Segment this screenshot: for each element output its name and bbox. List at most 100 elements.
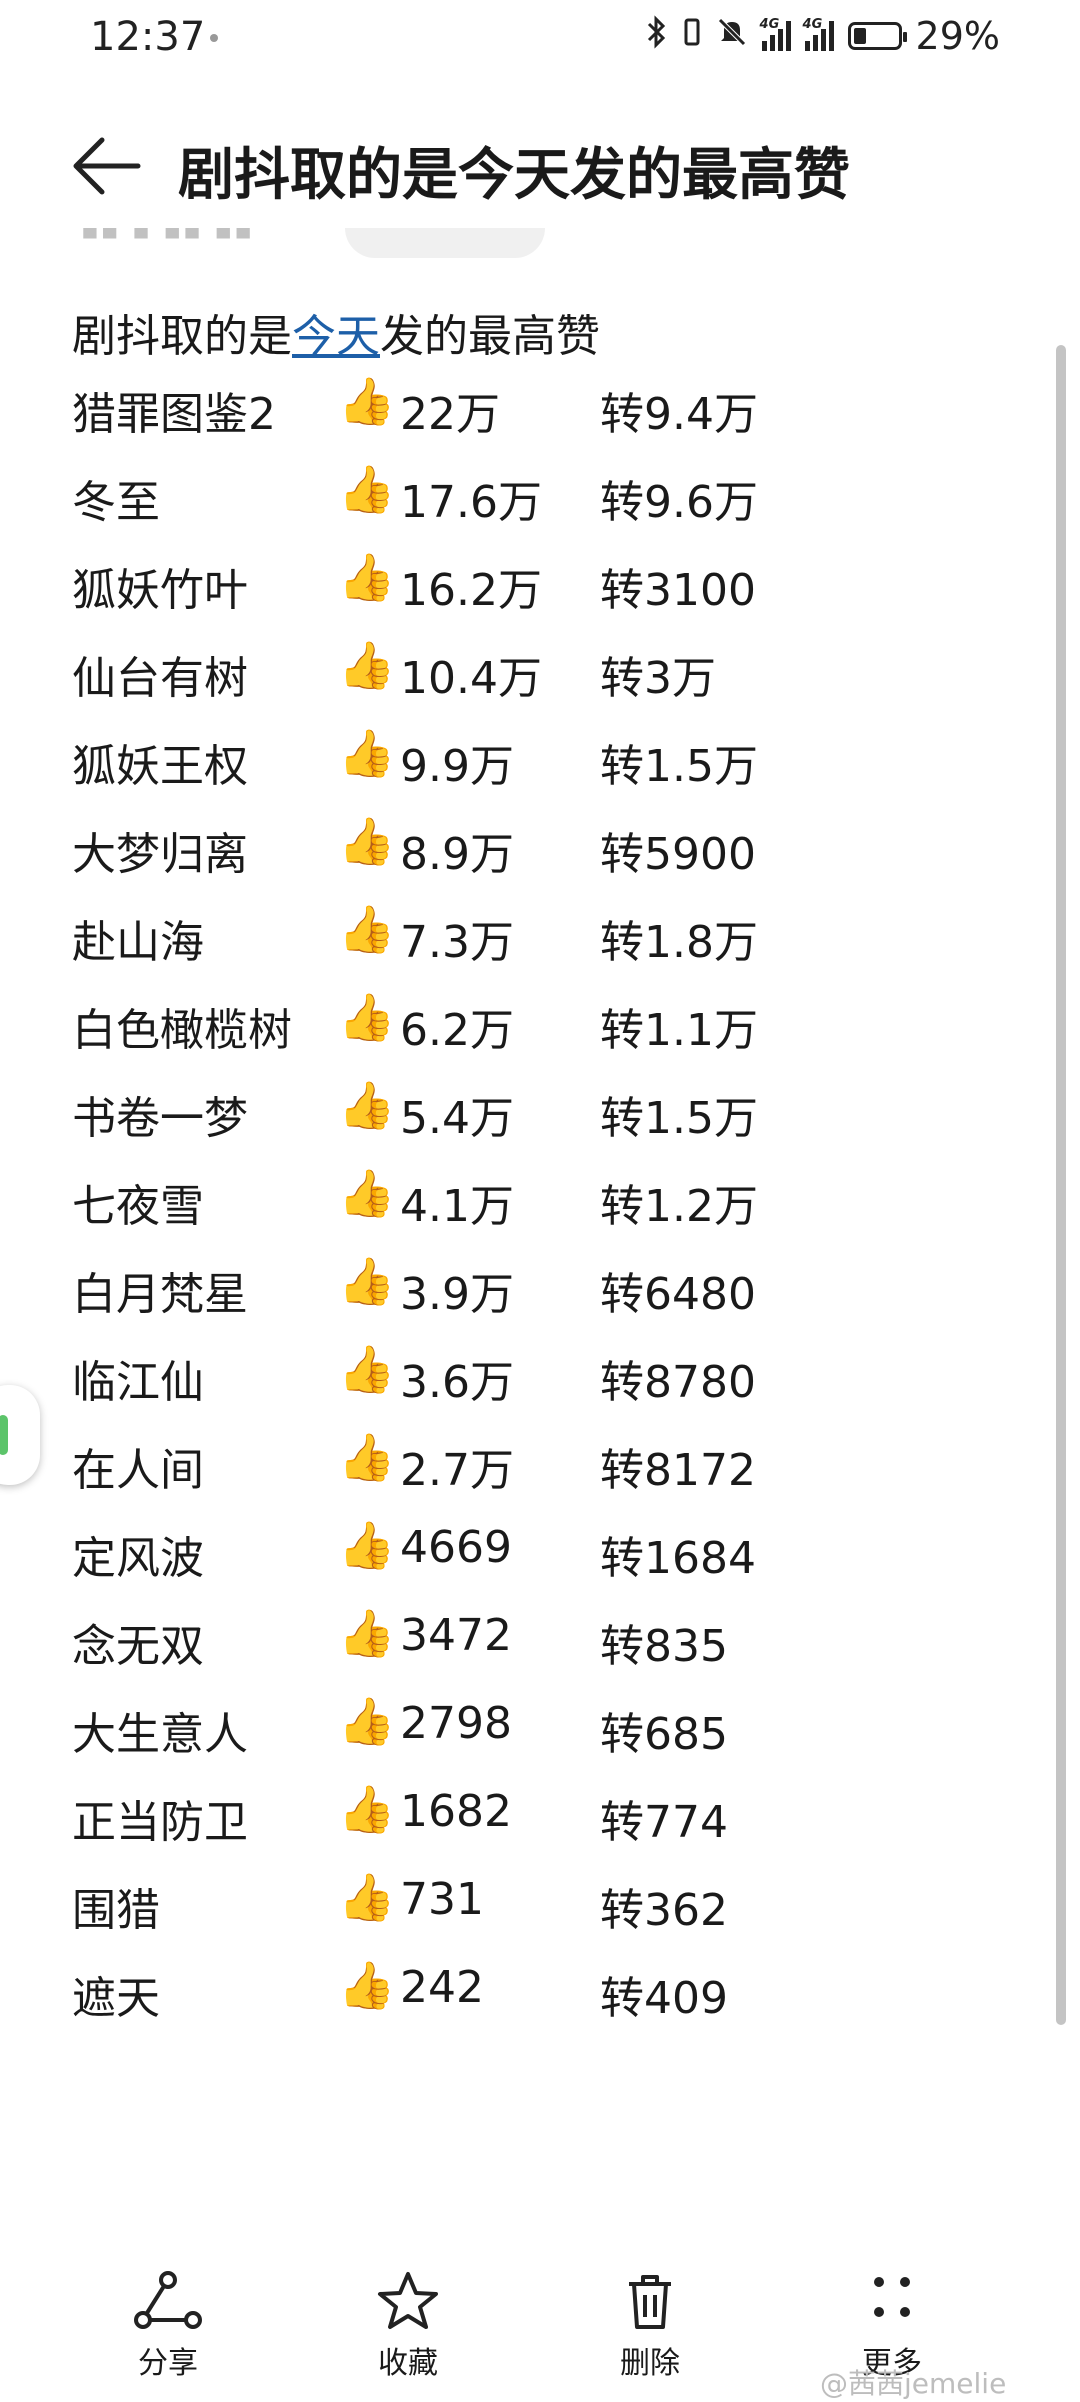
repost-count: 转1.1万: [600, 1005, 758, 1056]
signal-strength-icon-2: 4G: [803, 17, 834, 51]
list-item: 狐妖竹叶 👍 16.2万 转3100: [0, 544, 1080, 624]
thumbs-up-icon: 👍: [338, 1430, 396, 1484]
scrollbar[interactable]: [1056, 345, 1066, 2025]
drama-title: 正当防卫: [72, 1797, 248, 1848]
like-count: 22万: [400, 389, 500, 440]
drama-title: 七夜雪: [72, 1181, 204, 1232]
repost-count: 转5900: [600, 829, 756, 880]
thumbs-up-icon: 👍: [338, 1958, 396, 2012]
drama-title: 狐妖王权: [72, 741, 248, 792]
like-count: 1682: [400, 1786, 512, 1837]
thumbs-up-icon: 👍: [338, 1870, 396, 1924]
app-header: 剧抖取的是今天发的最高赞: [0, 100, 1080, 230]
list-item: 白色橄榄树 👍 6.2万 转1.1万: [0, 984, 1080, 1064]
repost-count: 转8780: [600, 1357, 756, 1408]
like-count: 3472: [400, 1610, 512, 1661]
back-arrow-icon: [73, 137, 141, 195]
like-count: 9.9万: [400, 741, 514, 792]
list-item: 临江仙 👍 3.6万 转8780: [0, 1336, 1080, 1416]
repost-count: 转835: [600, 1621, 728, 1672]
share-label: 分享: [138, 2346, 198, 2381]
thumbs-up-icon: 👍: [338, 1782, 396, 1836]
list-item: 定风波 👍 4669 转1684: [0, 1512, 1080, 1592]
thumbs-up-icon: 👍: [338, 990, 396, 1044]
list-item: 念无双 👍 3472 转835: [0, 1600, 1080, 1680]
like-count: 5.4万: [400, 1093, 514, 1144]
list-item: 围猎 👍 731 转362: [0, 1864, 1080, 1944]
like-count: 6.2万: [400, 1005, 514, 1056]
like-count: 731: [400, 1874, 484, 1925]
repost-count: 转774: [600, 1797, 728, 1848]
page-title: 剧抖取的是今天发的最高赞: [178, 143, 850, 208]
share-button[interactable]: 分享: [108, 2270, 228, 2382]
repost-count: 转3万: [600, 653, 716, 704]
thumbs-up-icon: 👍: [338, 1078, 396, 1132]
drama-title: 猎罪图鉴2: [72, 389, 276, 440]
like-count: 16.2万: [400, 565, 542, 616]
bluetooth-icon: [646, 15, 668, 57]
drama-title: 定风波: [72, 1533, 204, 1584]
list-item: 猎罪图鉴2 👍 22万 转9.4万: [0, 368, 1080, 448]
repost-count: 转9.4万: [600, 389, 758, 440]
repost-count: 转8172: [600, 1445, 756, 1496]
battery-percent: 29%: [915, 14, 1000, 58]
drama-title: 在人间: [72, 1445, 204, 1496]
heading-link[interactable]: 今天: [292, 311, 380, 362]
heading-text-post: 发的最高赞: [380, 311, 600, 362]
signal-strength-icon: 4G: [760, 17, 791, 51]
list-item: 狐妖王权 👍 9.9万 转1.5万: [0, 720, 1080, 800]
share-icon: [134, 2271, 202, 2329]
like-count: 3.6万: [400, 1357, 514, 1408]
obscured-meta: ▮▮ ▮ ▮▮ ▮▮: [80, 228, 253, 243]
drama-title: 遮天: [72, 1973, 160, 2024]
like-count: 2798: [400, 1698, 512, 1749]
favorite-button[interactable]: 收藏: [348, 2270, 468, 2382]
vibrate-icon: [682, 17, 702, 55]
thumbs-up-icon: 👍: [338, 1694, 396, 1748]
favorite-label: 收藏: [378, 2346, 438, 2381]
thumbs-up-icon: 👍: [338, 1342, 396, 1396]
drama-title: 赴山海: [72, 917, 204, 968]
like-count: 4669: [400, 1522, 512, 1573]
like-count: 10.4万: [400, 653, 542, 704]
network-type-2: 4G: [802, 17, 823, 32]
drama-title: 仙台有树: [72, 653, 248, 704]
drama-title: 大生意人: [72, 1709, 248, 1760]
drama-title: 白月梵星: [72, 1269, 248, 1320]
more-icon: [874, 2277, 910, 2317]
battery-icon: [847, 22, 907, 50]
repost-count: 转1.8万: [600, 917, 758, 968]
repost-count: 转1.5万: [600, 1093, 758, 1144]
status-time: 12:37: [90, 14, 206, 60]
list-item: 书卷一梦 👍 5.4万 转1.5万: [0, 1072, 1080, 1152]
like-count: 17.6万: [400, 477, 542, 528]
thumbs-up-icon: 👍: [338, 1606, 396, 1660]
repost-count: 转1.2万: [600, 1181, 758, 1232]
thumbs-up-icon: 👍: [338, 726, 396, 780]
note-heading: 剧抖取的是今天发的最高赞: [72, 300, 600, 364]
heading-text-pre: 剧抖取的是: [72, 311, 292, 362]
trash-icon: [629, 2275, 671, 2329]
like-count: 8.9万: [400, 829, 514, 880]
delete-label: 删除: [620, 2346, 680, 2381]
drama-title: 念无双: [72, 1621, 204, 1672]
status-icons: 4G 4G 29%: [646, 14, 1000, 58]
repost-count: 转409: [600, 1973, 728, 2024]
thumbs-up-icon: 👍: [338, 1166, 396, 1220]
like-count: 4.1万: [400, 1181, 514, 1232]
drama-title: 狐妖竹叶: [72, 565, 248, 616]
star-icon: [378, 2272, 438, 2329]
thumbs-up-icon: 👍: [338, 374, 396, 428]
thumbs-up-icon: 👍: [338, 1518, 396, 1572]
repost-count: 转1.5万: [600, 741, 758, 792]
list-item: 正当防卫 👍 1682 转774: [0, 1776, 1080, 1856]
back-button[interactable]: [66, 128, 146, 204]
list-item: 大梦归离 👍 8.9万 转5900: [0, 808, 1080, 888]
repost-count: 转1684: [600, 1533, 756, 1584]
list-item: 仙台有树 👍 10.4万 转3万: [0, 632, 1080, 712]
like-count: 2.7万: [400, 1445, 514, 1496]
floating-side-handle[interactable]: [0, 1385, 40, 1485]
drama-title: 临江仙: [72, 1357, 204, 1408]
delete-button[interactable]: 删除: [590, 2270, 710, 2382]
list-item: 七夜雪 👍 4.1万 转1.2万: [0, 1160, 1080, 1240]
